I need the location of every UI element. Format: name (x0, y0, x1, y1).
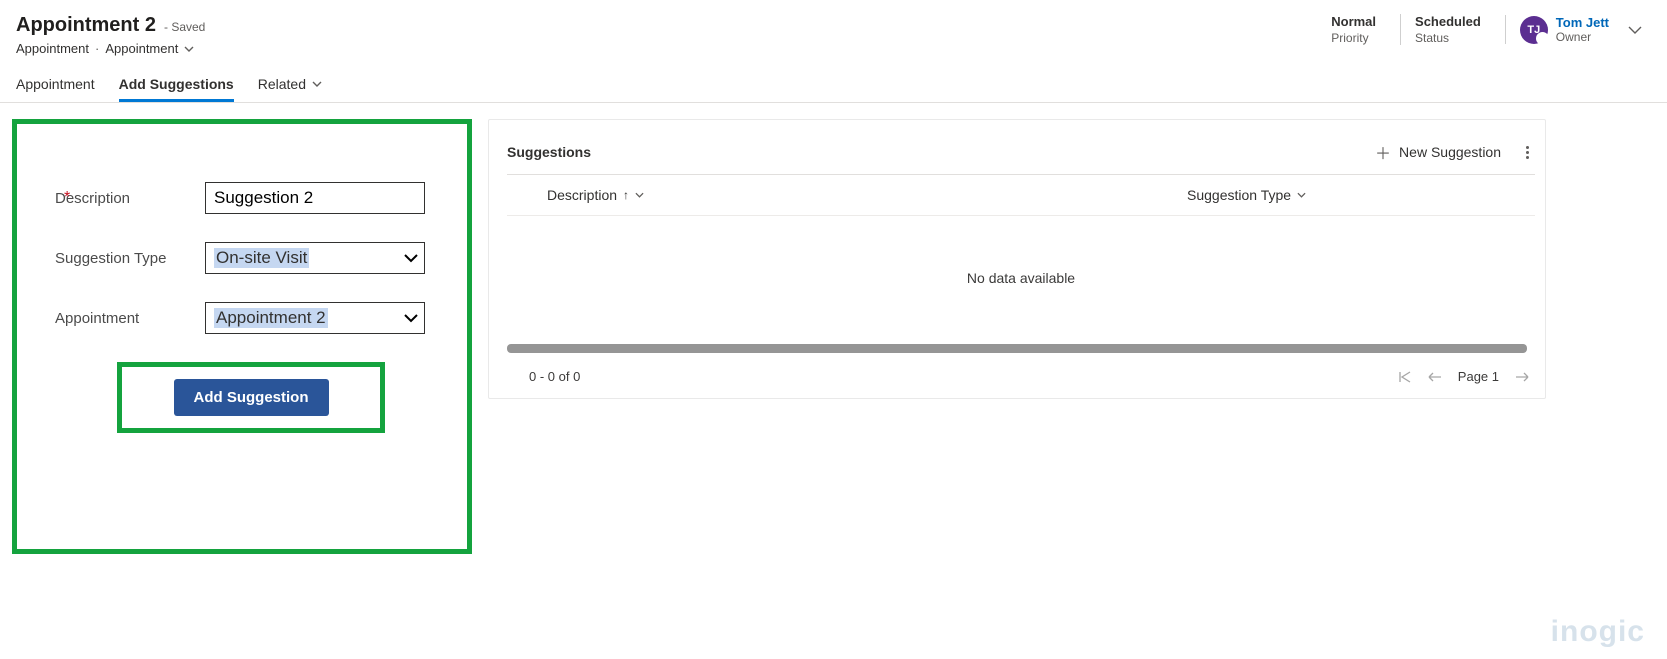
sort-ascending-icon: ↑ (623, 188, 629, 202)
add-suggestion-button[interactable]: Add Suggestion (174, 379, 329, 416)
tab-bar: Appointment Add Suggestions Related (0, 56, 1667, 103)
suggestion-type-value: On-site Visit (214, 248, 309, 268)
page-title: Appointment 2 (16, 14, 156, 37)
priority-label: Priority (1331, 31, 1376, 45)
pager: Page 1 (1398, 369, 1529, 384)
breadcrumb-form[interactable]: Appointment (105, 41, 178, 56)
new-suggestion-button[interactable]: ＋ New Suggestion (1375, 140, 1501, 164)
saved-indicator: - Saved (164, 20, 205, 34)
suggestions-grid: Suggestions ＋ New Suggestion Description… (488, 119, 1546, 399)
appointment-value: Appointment 2 (214, 308, 328, 328)
tab-appointment[interactable]: Appointment (16, 76, 95, 102)
tab-related[interactable]: Related (258, 76, 322, 102)
column-description-label: Description (547, 187, 617, 203)
chevron-down-icon[interactable] (635, 192, 644, 198)
header-priority[interactable]: Normal Priority (1321, 14, 1386, 45)
pager-next-icon[interactable] (1515, 372, 1529, 382)
suggestion-type-select[interactable]: On-site Visit (205, 242, 425, 274)
pager-page-label: Page 1 (1458, 369, 1499, 384)
appointment-label: Appointment (55, 310, 205, 327)
pager-prev-icon[interactable] (1428, 372, 1442, 382)
column-header-suggestion-type[interactable]: Suggestion Type (1187, 187, 1535, 203)
appointment-select[interactable]: Appointment 2 (205, 302, 425, 334)
owner-label: Owner (1556, 30, 1609, 44)
owner-name[interactable]: Tom Jett (1556, 15, 1609, 30)
chevron-down-icon[interactable] (184, 46, 194, 52)
breadcrumb-separator: · (95, 41, 99, 56)
grid-count: 0 - 0 of 0 (529, 369, 580, 384)
grid-empty-text: No data available (967, 270, 1075, 286)
column-header-description[interactable]: Description ↑ (547, 187, 1187, 203)
header-owner[interactable]: TJ Tom Jett Owner (1505, 15, 1609, 44)
status-value: Scheduled (1415, 14, 1481, 29)
breadcrumb: Appointment · Appointment (16, 41, 205, 56)
column-type-label: Suggestion Type (1187, 187, 1291, 203)
description-input[interactable] (205, 182, 425, 214)
suggestion-type-label: Suggestion Type (55, 250, 205, 267)
more-commands-icon[interactable] (1519, 146, 1535, 159)
breadcrumb-entity: Appointment (16, 41, 89, 56)
tab-add-suggestions[interactable]: Add Suggestions (119, 76, 234, 102)
header-status[interactable]: Scheduled Status (1400, 14, 1491, 45)
add-button-highlight: Add Suggestion (117, 362, 385, 433)
new-suggestion-label: New Suggestion (1399, 144, 1501, 160)
avatar: TJ (1520, 16, 1548, 44)
plus-icon: ＋ (1375, 140, 1391, 164)
expand-header-icon[interactable] (1623, 21, 1647, 39)
description-label: Description (55, 190, 205, 207)
priority-value: Normal (1331, 14, 1376, 29)
chevron-down-icon[interactable] (1297, 192, 1306, 198)
chevron-down-icon (312, 81, 322, 87)
required-icon: * (64, 189, 70, 207)
horizontal-scrollbar[interactable] (507, 344, 1527, 353)
pager-first-icon[interactable] (1398, 371, 1412, 383)
tab-related-label: Related (258, 76, 306, 92)
grid-title: Suggestions (507, 144, 591, 160)
watermark: inogic (1551, 615, 1645, 649)
suggestion-form-panel: * Description Suggestion Type On-site Vi… (12, 119, 472, 554)
status-label: Status (1415, 31, 1481, 45)
